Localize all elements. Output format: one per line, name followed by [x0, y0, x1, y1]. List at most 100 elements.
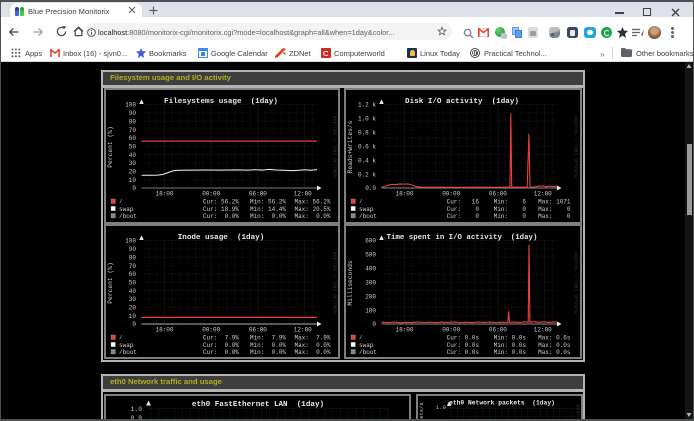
- svg-text:Min: 14.4%: Min: 14.4%: [249, 205, 285, 212]
- svg-text:00:00: 00:00: [202, 327, 220, 334]
- svg-text:60: 60: [128, 271, 136, 278]
- svg-text:RRDTOOL / TOBI OETIKER: RRDTOOL / TOBI OETIKER: [331, 252, 336, 314]
- svg-text:Cur: 0.0s: Cur: 0.0s: [446, 335, 479, 342]
- svg-text:Min: 0.0s: Min: 0.0s: [493, 342, 526, 349]
- svg-text:Max: 20.5%: Max: 20.5%: [294, 205, 330, 212]
- svg-text:30: 30: [128, 296, 136, 303]
- svg-text:eth0 FastEthernet LAN (1day): eth0 FastEthernet LAN (1day): [191, 401, 323, 409]
- svg-text:100: 100: [125, 238, 136, 245]
- svg-text:Min: 0: Min: 0: [493, 213, 526, 220]
- svg-text:Min: 7.9%: Min: 7.9%: [249, 335, 285, 342]
- svg-text:Max: 0.0%: Max: 0.0%: [294, 213, 330, 220]
- svg-text:Min: 0.0s: Min: 0.0s: [493, 349, 526, 356]
- svg-text:0.8 k: 0.8 k: [357, 129, 375, 136]
- svg-text:1.0: 1.0: [435, 404, 446, 411]
- svg-text:Filesystems usage (1day): Filesystems usage (1day): [164, 98, 278, 106]
- svg-text:swap: swap: [359, 342, 374, 349]
- svg-text:12:00: 12:00: [533, 190, 551, 197]
- svg-text:Max: 0.6s: Max: 0.6s: [538, 335, 571, 342]
- svg-text:Time spent in I/O activity (1: Time spent in I/O activity (1day): [386, 234, 537, 242]
- svg-text:00:00: 00:00: [442, 190, 460, 197]
- svg-text:70: 70: [128, 263, 136, 270]
- svg-text:Max: 0.0%: Max: 0.0%: [294, 342, 330, 349]
- svg-text:06:00: 06:00: [248, 190, 266, 197]
- svg-text:00:00: 00:00: [202, 190, 220, 197]
- svg-text:18:00: 18:00: [155, 327, 173, 334]
- svg-text:Inode usage (1day): Inode usage (1day): [177, 234, 264, 242]
- svg-text:Cur: 56.2%: Cur: 56.2%: [202, 198, 238, 205]
- svg-text:Cur: 7.9%: Cur: 7.9%: [202, 335, 238, 342]
- svg-text:/: /: [119, 198, 123, 205]
- svg-text:Cur: 16: Cur: 16: [446, 198, 479, 205]
- svg-text:Min: 0.0s: Min: 0.0s: [493, 335, 526, 342]
- svg-text:Min: 0.0%: Min: 0.0%: [249, 342, 285, 349]
- svg-text:20: 20: [128, 168, 136, 175]
- svg-text:90: 90: [128, 246, 136, 253]
- svg-text:Min: 0.0%: Min: 0.0%: [249, 349, 285, 356]
- svg-text:12:00: 12:00: [293, 190, 311, 197]
- svg-text:0.4 k: 0.4 k: [357, 157, 375, 164]
- svg-text:1.2 k: 1.2 k: [357, 101, 375, 108]
- svg-text:/boot: /boot: [119, 349, 137, 356]
- svg-text:/: /: [359, 198, 363, 205]
- svg-text:swap: swap: [119, 205, 134, 212]
- svg-text:00:00: 00:00: [442, 327, 460, 334]
- svg-text:0: 0: [372, 321, 376, 328]
- svg-text:40: 40: [128, 151, 136, 158]
- svg-text:Max: 0.0%: Max: 0.0%: [294, 349, 330, 356]
- svg-text:400: 400: [365, 266, 376, 273]
- svg-text:Max: 7.9%: Max: 7.9%: [294, 335, 330, 342]
- svg-text:Reads+Writes/s: Reads+Writes/s: [347, 120, 354, 173]
- svg-text:600: 600: [365, 238, 376, 245]
- svg-text:Min: 56.2%: Min: 56.2%: [249, 198, 285, 205]
- svg-text:Cur: 0.0%: Cur: 0.0%: [202, 342, 238, 349]
- svg-text:18:00: 18:00: [395, 327, 413, 334]
- svg-text:06:00: 06:00: [248, 327, 266, 334]
- svg-text:0.6 k: 0.6 k: [357, 143, 375, 150]
- svg-text:Cur: 0.0%: Cur: 0.0%: [202, 349, 238, 356]
- svg-text:100: 100: [125, 101, 136, 108]
- svg-text:Min: 0.0%: Min: 0.0%: [249, 213, 285, 220]
- svg-text:80: 80: [128, 118, 136, 125]
- svg-text:200: 200: [365, 293, 376, 300]
- svg-text:40: 40: [128, 288, 136, 295]
- svg-text:Min: 0: Min: 0: [493, 205, 526, 212]
- svg-text:18:00: 18:00: [395, 190, 413, 197]
- svg-text:0.2 k: 0.2 k: [357, 171, 375, 178]
- svg-text:Max: 0.0s: Max: 0.0s: [538, 342, 571, 349]
- svg-text:Milliseconds: Milliseconds: [347, 260, 354, 306]
- svg-text:1.0 k: 1.0 k: [357, 115, 375, 122]
- svg-text:90: 90: [128, 110, 136, 117]
- svg-text:Cur: 0.0s: Cur: 0.0s: [446, 349, 479, 356]
- svg-text:12:00: 12:00: [533, 327, 551, 334]
- svg-text:swap: swap: [359, 205, 374, 212]
- svg-text:10: 10: [128, 176, 136, 183]
- svg-text:Max: 0.0s: Max: 0.0s: [538, 349, 571, 356]
- svg-text:/: /: [119, 335, 123, 342]
- svg-text:100: 100: [365, 307, 376, 314]
- svg-text:Percent (%): Percent (%): [107, 262, 114, 304]
- svg-text:Disk I/O activity (1day): Disk I/O activity (1day): [405, 98, 519, 106]
- svg-text:0: 0: [132, 321, 136, 328]
- svg-text:RRDTOOL / TOBI OETIKER: RRDTOOL / TOBI OETIKER: [572, 116, 577, 178]
- svg-text:300: 300: [365, 280, 376, 287]
- svg-text:50: 50: [128, 143, 136, 150]
- svg-text:0.0: 0.0: [365, 185, 376, 192]
- svg-text:Cur: 0: Cur: 0: [446, 205, 479, 212]
- svg-text:Cur: 0.0s: Cur: 0.0s: [446, 342, 479, 349]
- svg-text:80: 80: [128, 254, 136, 261]
- svg-text:20: 20: [128, 305, 136, 312]
- svg-text:eth0 Network packets (1day): eth0 Network packets (1day): [449, 399, 555, 406]
- svg-text:500: 500: [365, 252, 376, 259]
- svg-text:12:00: 12:00: [293, 327, 311, 334]
- svg-text:swap: swap: [119, 342, 134, 349]
- svg-text:Min: 6: Min: 6: [493, 198, 526, 205]
- svg-text:06:00: 06:00: [488, 190, 506, 197]
- svg-text:Max: 0: Max: 0: [538, 213, 571, 220]
- svg-text:0: 0: [132, 185, 136, 192]
- svg-text:/boot: /boot: [119, 213, 137, 220]
- svg-text:RRDTOOL / TOBI OETIKER: RRDTOOL / TOBI OETIKER: [572, 252, 577, 314]
- svg-text:Max: 0: Max: 0: [538, 205, 571, 212]
- svg-text:Cur: 0: Cur: 0: [446, 213, 479, 220]
- svg-text:10: 10: [128, 313, 136, 320]
